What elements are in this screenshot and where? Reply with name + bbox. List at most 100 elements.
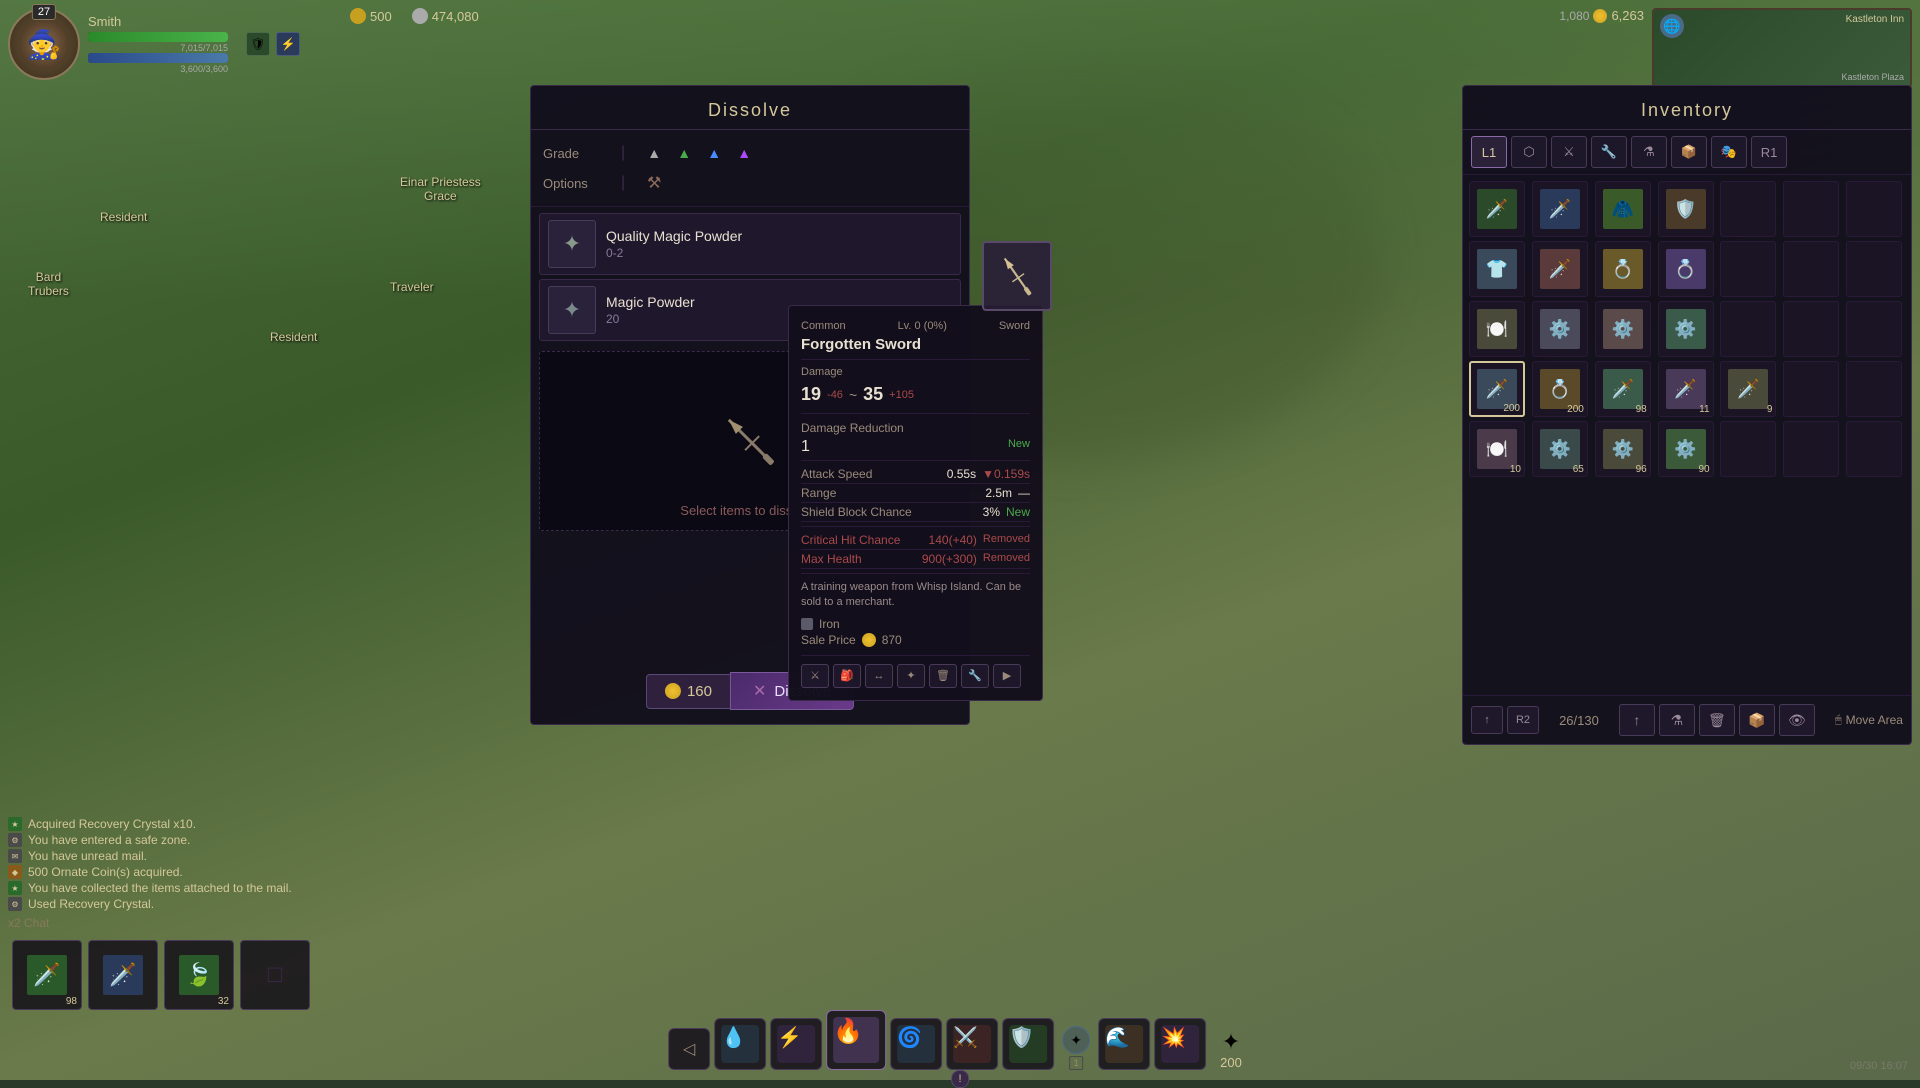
inv-slot-6[interactable] [1846, 181, 1902, 237]
inv-slot-29[interactable]: ⚙️ 65 [1532, 421, 1588, 477]
inv-tab-L1[interactable]: L1 [1471, 136, 1507, 168]
health-fill [88, 32, 228, 42]
grade-icon-rare[interactable]: ▲ [703, 142, 725, 164]
filter-btn-r2[interactable]: R2 [1507, 706, 1539, 734]
grade-icon-epic[interactable]: ▲ [733, 142, 755, 164]
inv-slot-33[interactable] [1783, 421, 1839, 477]
action-btn-move[interactable]: ↔ [865, 664, 893, 688]
hotbar-slot-7[interactable]: 🌊 [1098, 1018, 1150, 1070]
inv-slot-9[interactable]: 💍 [1595, 241, 1651, 297]
hotbar-slot-prev[interactable]: ◁ [668, 1028, 710, 1070]
quick-slot-0[interactable]: 🗡️ 98 [12, 940, 82, 1010]
inv-slot-17[interactable]: ⚙️ [1658, 301, 1714, 357]
hotbar-slot-1[interactable]: 💧 [714, 1018, 766, 1070]
dissolve-options: Grade | ▲ ▲ ▲ ▲ Options | ⚒ [531, 130, 969, 207]
inv-slot-28[interactable]: 🍽️ 10 [1469, 421, 1525, 477]
inv-slot-26[interactable] [1783, 361, 1839, 417]
inv-slot-15[interactable]: ⚙️ [1532, 301, 1588, 357]
inv-slot-31[interactable]: ⚙️ 90 [1658, 421, 1714, 477]
hotbar-slot-2[interactable]: ⚡ [770, 1018, 822, 1070]
inv-slot-24[interactable]: 🗡️ 11 [1658, 361, 1714, 417]
inv-slot-2[interactable]: 🧥 [1595, 181, 1651, 237]
action-btn-up[interactable]: ↑ [1619, 704, 1655, 736]
hotbar-slot-5[interactable]: ⚔️ [946, 1018, 998, 1070]
inv-slot-1[interactable]: 🗡️ [1532, 181, 1588, 237]
inv-count-29: 65 [1573, 464, 1584, 475]
inv-slot-0[interactable]: 🗡️ [1469, 181, 1525, 237]
inv-slot-4[interactable] [1720, 181, 1776, 237]
inv-tab-weapon[interactable]: ⚔ [1551, 136, 1587, 168]
max-health-val: 900(+300) [922, 552, 977, 566]
action-btn-more[interactable]: ▶ [993, 664, 1021, 688]
action-btn-equip[interactable]: ⚔ [801, 664, 829, 688]
hud-currency: 500 474,080 [350, 8, 479, 24]
dissolve-item-row-0[interactable]: ✦ Quality Magic Powder 0-2 [539, 213, 961, 275]
inventory-title: Inventory [1463, 86, 1911, 130]
inv-slot-3[interactable]: 🛡️ [1658, 181, 1714, 237]
quick-slot-1[interactable]: 🗡️ [88, 940, 158, 1010]
option-icon-craft[interactable]: ⚒ [643, 172, 665, 194]
inv-slot-19[interactable] [1783, 301, 1839, 357]
action-btn-trash[interactable]: 🗑 [929, 664, 957, 688]
inv-slot-13[interactable] [1846, 241, 1902, 297]
inv-slot-30[interactable]: ⚙️ 96 [1595, 421, 1651, 477]
dmg-reduction-values: 1 New [801, 438, 1030, 456]
inv-tab-misc[interactable]: 📦 [1671, 136, 1707, 168]
action-btn-delete[interactable]: 🗑 [1699, 704, 1735, 736]
grade-icon-common[interactable]: ▲ [643, 142, 665, 164]
inv-tab-R1[interactable]: R1 [1751, 136, 1787, 168]
chat-text-4: You have collected the items attached to… [28, 881, 292, 895]
inv-slot-5[interactable] [1783, 181, 1839, 237]
inv-tab-costume[interactable]: 🎭 [1711, 136, 1747, 168]
inv-slot-27[interactable] [1846, 361, 1902, 417]
chat-icon-1: ⚙ [8, 833, 22, 847]
hotbar-slot-4[interactable]: 🌀 [890, 1018, 942, 1070]
hotbar-slot-3[interactable]: 🔥 [826, 1010, 886, 1070]
quick-slot-3[interactable]: □ [240, 940, 310, 1010]
action-btn-store[interactable]: 🎒 [833, 664, 861, 688]
inv-slot-23[interactable]: 🗡️ 98 [1595, 361, 1651, 417]
inv-slot-21[interactable]: 🗡️ 200 [1469, 361, 1525, 417]
divider-4 [801, 526, 1030, 527]
action-btn-eye[interactable]: 👁 [1779, 704, 1815, 736]
inv-icon-7: 👕 [1477, 249, 1517, 289]
inv-slot-12[interactable] [1783, 241, 1839, 297]
inv-slot-10[interactable]: 💍 [1658, 241, 1714, 297]
inv-slot-8[interactable]: 🗡️ [1532, 241, 1588, 297]
health-bar-container: 7,015/7,015 3,600/3,600 [88, 32, 228, 74]
sale-value: 870 [882, 633, 902, 647]
hotbar-slot-8[interactable]: 💥 [1154, 1018, 1206, 1070]
hotbar-slot-6[interactable]: 🛡️ [1002, 1018, 1054, 1070]
item-material: Iron [801, 617, 1030, 631]
chat-tabs[interactable]: x2 Chat [8, 916, 448, 930]
inv-tab-all[interactable]: ⬡ [1511, 136, 1547, 168]
inv-slot-14[interactable]: 🍽️ [1469, 301, 1525, 357]
inv-tab-craft[interactable]: 🔧 [1591, 136, 1627, 168]
inv-slot-22[interactable]: 💍 200 [1532, 361, 1588, 417]
action-btn-store2[interactable]: 📦 [1739, 704, 1775, 736]
range-val: 2.5m [985, 486, 1012, 500]
grade-icon-uncommon[interactable]: ▲ [673, 142, 695, 164]
filter-btn-sort[interactable]: ↑ [1471, 706, 1503, 734]
top-right-info: 1,080 6,263 [1559, 8, 1644, 23]
inv-slot-25[interactable]: 🗡️ 9 [1720, 361, 1776, 417]
inv-slot-32[interactable] [1720, 421, 1776, 477]
npc-label-resident1: Resident [100, 210, 147, 224]
inv-icon-28: 🍽️ [1477, 429, 1517, 469]
action-btn-craft[interactable]: ⚗ [1659, 704, 1695, 736]
special-icon[interactable]: ✦ [1062, 1026, 1090, 1054]
item-thumb-1: ✦ [548, 286, 596, 334]
inv-slot-11[interactable] [1720, 241, 1776, 297]
inv-slot-20[interactable] [1846, 301, 1902, 357]
inv-icon-3: 🛡️ [1666, 189, 1706, 229]
action-btn-repair[interactable]: 🔧 [961, 664, 989, 688]
inv-slot-18[interactable] [1720, 301, 1776, 357]
inv-slot-16[interactable]: ⚙️ [1595, 301, 1651, 357]
inventory-tabs: L1 ⬡ ⚔ 🔧 ⚗ 📦 🎭 R1 [1463, 130, 1911, 175]
inv-slot-7[interactable]: 👕 [1469, 241, 1525, 297]
action-btn-dissolve[interactable]: ✦ [897, 664, 925, 688]
inv-slot-34[interactable] [1846, 421, 1902, 477]
quick-slot-2[interactable]: 🍃 32 [164, 940, 234, 1010]
move-area-button[interactable]: 🖱 Move Area [1835, 713, 1903, 727]
inv-tab-potion[interactable]: ⚗ [1631, 136, 1667, 168]
